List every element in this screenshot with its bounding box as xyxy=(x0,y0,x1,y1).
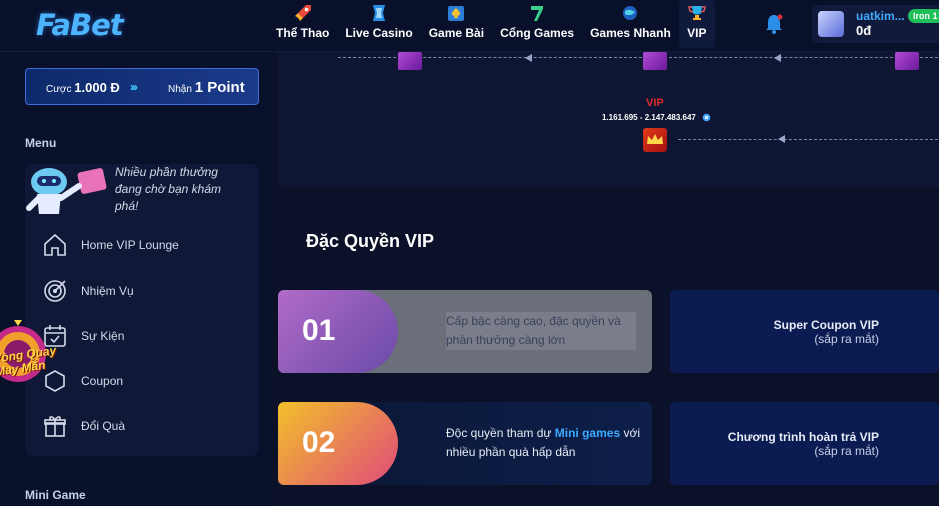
privilege-number-01: 01 xyxy=(278,290,398,373)
sidebar: Cược 1.000 Đ ››› Nhận 1 Point Menu Nhiều… xyxy=(0,53,272,506)
vip-tier-label: VIP xyxy=(646,97,664,109)
privilege-card-01: 01 Cấp bậc càng cao, đặc quyền và phần t… xyxy=(278,290,652,373)
target-icon xyxy=(44,280,66,302)
promo-bet-prefix: Cược xyxy=(46,84,72,95)
mini-game-title: Mini Game xyxy=(25,488,86,502)
nav-label: Games Nhanh xyxy=(590,26,671,40)
privilege-card-title-wrap: Super Coupon VIP (sắp ra mắt) xyxy=(774,318,879,346)
promo-bet: Cược 1.000 Đ xyxy=(46,80,120,95)
vip-crown-icon xyxy=(643,128,667,152)
sidebar-item-label: Home VIP Lounge xyxy=(81,238,179,252)
spade-icon xyxy=(448,6,465,21)
nav-games-nhanh[interactable]: Games Nhanh xyxy=(582,0,679,48)
tier-track-line xyxy=(338,57,938,58)
tier-cube-icon xyxy=(398,52,422,70)
nav-cong-games[interactable]: Cổng Games xyxy=(492,0,582,48)
gift-icon xyxy=(44,416,66,437)
robot-mascot-icon xyxy=(26,168,107,214)
promo-bet-amount: 1.000 Đ xyxy=(74,80,120,95)
tier-track-line xyxy=(678,139,938,140)
globe-icon xyxy=(623,6,638,20)
privilege-card-status: (sắp ra mắt) xyxy=(814,332,879,346)
arrow-left-icon xyxy=(778,135,785,143)
privilege-text-02: Độc quyền tham dự Mini games với nhiều p… xyxy=(446,424,646,462)
rank-badge: Iron 1 xyxy=(908,9,939,23)
nav-game-bai[interactable]: Game Bài xyxy=(421,0,492,48)
mini-games-link[interactable]: Mini games xyxy=(555,426,620,440)
sidebar-item-doi-qua[interactable]: Đổi Quà xyxy=(42,413,252,439)
privilege-number-02: 02 xyxy=(278,402,398,485)
nav-the-thao[interactable]: Thể Thao xyxy=(268,0,337,48)
privilege-card-title-wrap: Chương trình hoàn trả VIP (sắp ra mắt) xyxy=(728,430,879,458)
privilege-card-status: (sắp ra mắt) xyxy=(814,444,879,458)
nav-label: Thể Thao xyxy=(276,26,330,40)
promo-receive-prefix: Nhận xyxy=(168,84,192,95)
privilege-text-part: Độc quyền tham dự xyxy=(446,426,552,440)
promo-arrows-icon: ››› xyxy=(130,80,138,94)
promo-receive: Nhận 1 Point xyxy=(168,79,245,96)
sidebar-item-home-vip-lounge[interactable]: Home VIP Lounge xyxy=(42,232,252,258)
privilege-number: 02 xyxy=(302,426,336,459)
privilege-number: 01 xyxy=(302,314,336,347)
sidebar-item-label: Nhiệm Vụ xyxy=(81,284,134,298)
menu-title: Menu xyxy=(25,136,57,150)
coin-icon xyxy=(702,113,711,122)
username: uatkim... xyxy=(856,9,905,23)
avatar xyxy=(818,11,844,37)
arrow-left-icon xyxy=(774,54,781,62)
nav-live-casino[interactable]: Live Casino xyxy=(337,0,420,48)
home-icon xyxy=(44,233,66,256)
privilege-card-title: Super Coupon VIP xyxy=(773,318,879,332)
sidebar-item-label: Sự Kiện xyxy=(81,329,125,343)
slot-seven-icon xyxy=(531,6,544,21)
privilege-text-01: Cấp bậc càng cao, đặc quyền và phần thưở… xyxy=(446,312,636,350)
bell-icon[interactable] xyxy=(763,12,785,36)
privileges-title: Đặc Quyền VIP xyxy=(306,231,435,251)
privilege-card-super-coupon: Super Coupon VIP (sắp ra mắt) xyxy=(670,290,939,373)
casino-chip-icon xyxy=(373,5,386,21)
mascot-text: Nhiều phần thưởng đang chờ bạn khám phá! xyxy=(115,165,221,213)
privilege-card-title: Chương trình hoàn trả VIP xyxy=(727,430,879,444)
site-logo[interactable]: FaBet xyxy=(36,8,124,42)
menu-card: Nhiều phần thưởng đang chờ bạn khám phá!… xyxy=(25,164,259,456)
trophy-icon xyxy=(687,6,706,20)
top-header: FaBet Thể Thao Live Casino Game Bài Cổng… xyxy=(0,0,939,52)
nav-label: Live Casino xyxy=(345,26,413,40)
arrow-left-icon xyxy=(525,54,532,62)
privilege-card-02: 02 Độc quyền tham dự Mini games với nhiề… xyxy=(278,402,652,485)
nav-label: Cổng Games xyxy=(500,26,575,40)
privilege-card-cashback: Chương trình hoàn trả VIP (sắp ra mắt) xyxy=(670,402,939,485)
sidebar-item-label: Coupon xyxy=(81,374,124,388)
sidebar-item-label: Đổi Quà xyxy=(81,419,126,433)
nav-label: Game Bài xyxy=(428,26,485,40)
nav-label: VIP xyxy=(687,26,707,40)
tier-cube-icon xyxy=(895,52,919,70)
main-nav: Thể Thao Live Casino Game Bài Cổng Games… xyxy=(268,0,715,52)
sidebar-item-coupon[interactable]: Coupon xyxy=(42,368,252,394)
points-promo-banner[interactable]: Cược 1.000 Đ ››› Nhận 1 Point xyxy=(25,68,259,105)
tier-cube-icon xyxy=(643,52,667,70)
sidebar-item-nhiem-vu[interactable]: Nhiệm Vụ xyxy=(42,278,252,304)
user-account-box[interactable]: uatkim... 0đ Iron 1 xyxy=(812,5,939,43)
vip-tier-range: 1.161.695 - 2.147.483.647 xyxy=(602,113,696,122)
promo-receive-amount: 1 Point xyxy=(194,79,245,96)
rocket-icon xyxy=(294,5,311,21)
sidebar-item-su-kien[interactable]: Sự Kiện xyxy=(42,323,252,349)
balance: 0đ xyxy=(856,23,872,38)
nav-vip[interactable]: VIP xyxy=(678,0,715,48)
